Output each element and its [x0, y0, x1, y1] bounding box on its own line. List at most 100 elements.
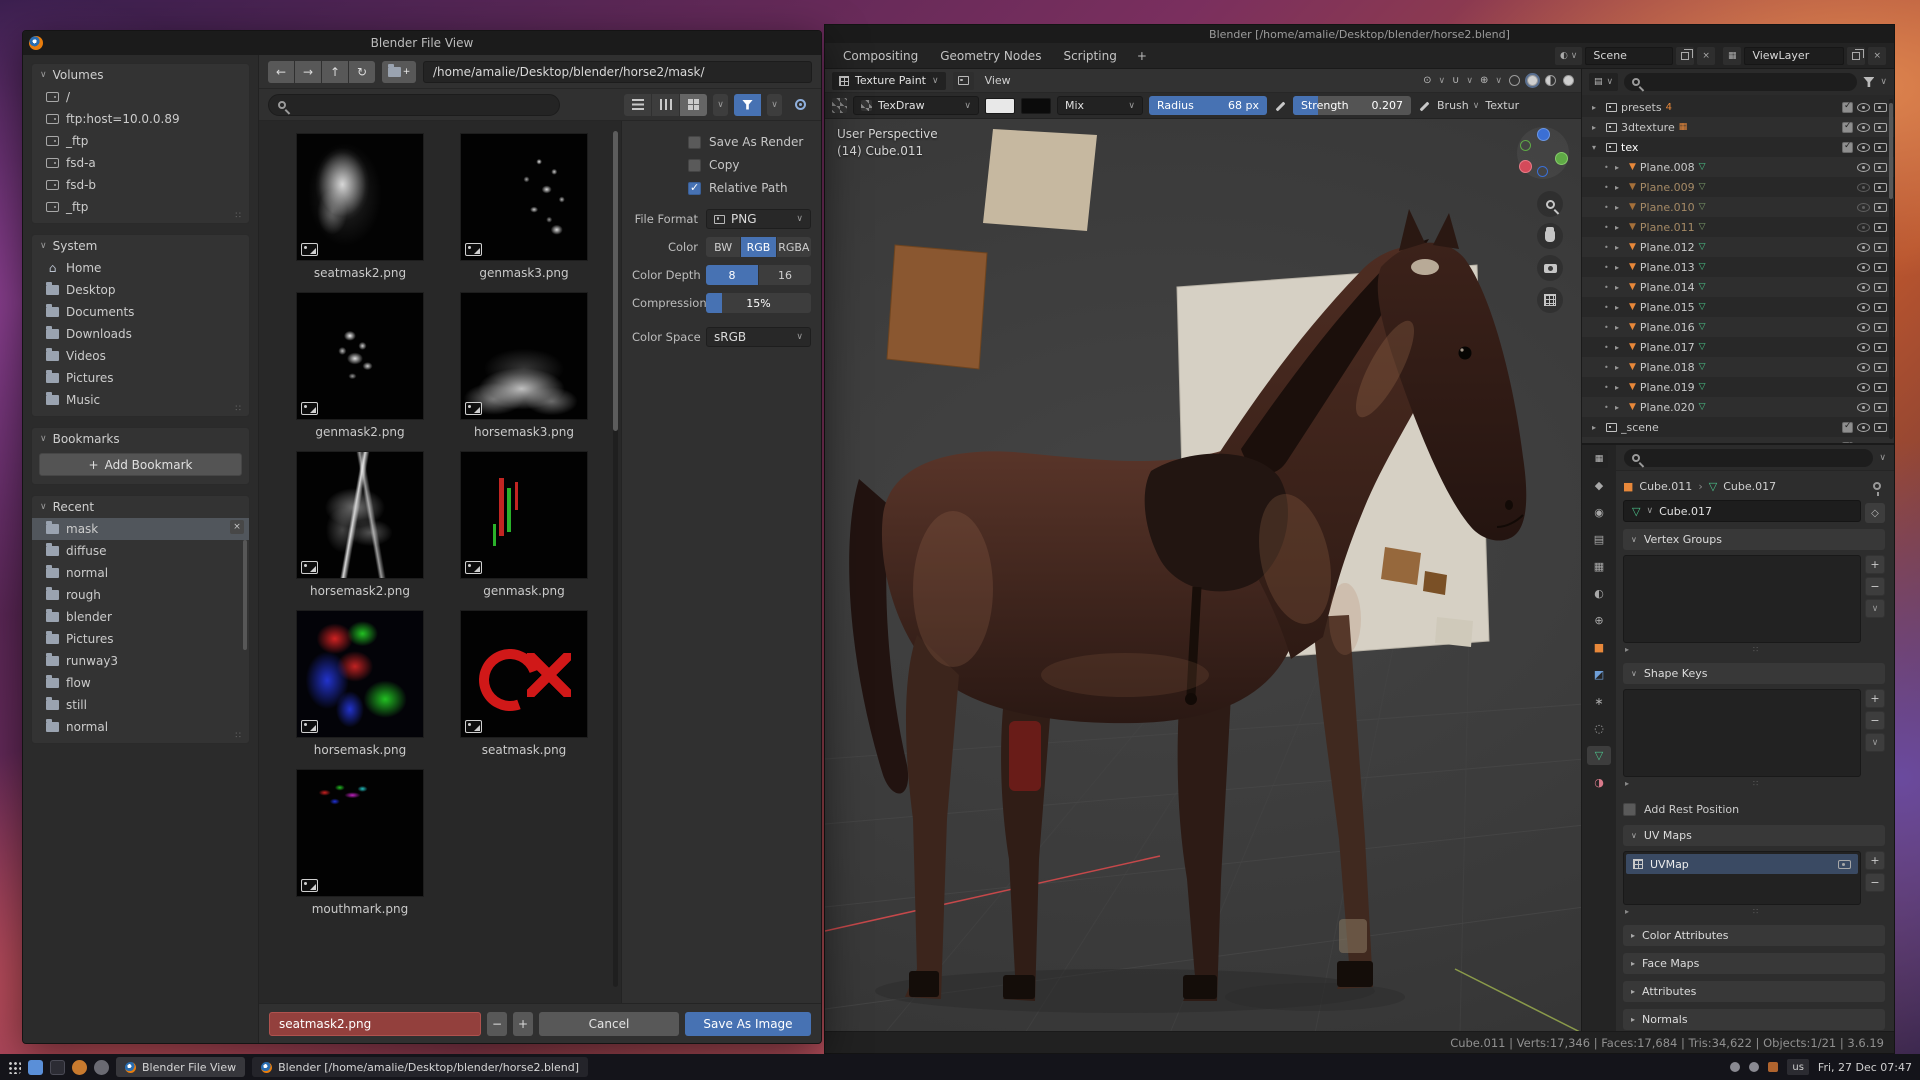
tab-world[interactable]: ⊕ [1587, 611, 1611, 630]
decrement-filename-button[interactable]: − [487, 1012, 507, 1036]
expand-icon[interactable]: ▸ [1625, 645, 1629, 654]
add-uv-map-button[interactable]: + [1865, 851, 1885, 870]
vertex-groups-header[interactable]: ∨Vertex Groups [1623, 529, 1885, 550]
editor-type-dropdown[interactable]: ▦ [1590, 450, 1609, 468]
exclude-checkbox[interactable] [1842, 142, 1853, 153]
outliner-item-plane[interactable]: •▸▼Plane.016▽ [1582, 317, 1894, 337]
viewlayer-name-field[interactable]: ViewLayer [1744, 47, 1844, 65]
file-tile[interactable]: genmask3.png [443, 133, 605, 280]
expand-icon[interactable]: ▸ [1615, 303, 1625, 312]
file-manager-icon[interactable] [28, 1060, 43, 1075]
add-rest-position-checkbox[interactable] [1623, 803, 1636, 816]
camera-icon[interactable] [1874, 243, 1887, 252]
file-format-dropdown[interactable]: PNG∨ [706, 209, 811, 229]
recent-item-normal2[interactable]: normal [32, 716, 249, 738]
exclude-checkbox[interactable] [1842, 102, 1853, 113]
camera-icon[interactable] [1874, 403, 1887, 412]
chevron-down-icon[interactable]: ∨ [1466, 76, 1473, 86]
camera-icon[interactable] [1874, 283, 1887, 292]
tab-compositing[interactable]: Compositing [833, 45, 928, 67]
filter-toggle-button[interactable] [734, 94, 761, 116]
breadcrumb-object[interactable]: Cube.011 [1639, 480, 1692, 493]
outliner-item-plane[interactable]: •▸▼Plane.018▽ [1582, 357, 1894, 377]
color-attributes-header[interactable]: ▸Color Attributes [1623, 925, 1885, 946]
view-menu[interactable]: View [981, 74, 1015, 87]
recent-item-diffuse[interactable]: diffuse [32, 540, 249, 562]
unlink-scene-button[interactable]: × [1697, 47, 1715, 65]
taskbar-window-file-view[interactable]: Blender File View [116, 1057, 245, 1077]
camera-icon[interactable] [1874, 223, 1887, 232]
outliner-item-plane[interactable]: •▸▼Plane.010▽ [1582, 197, 1894, 217]
fake-user-button[interactable]: ◇ [1865, 503, 1885, 523]
secondary-color-swatch[interactable] [1021, 98, 1051, 114]
shading-wireframe-button[interactable] [1509, 75, 1520, 86]
radius-pressure-icon[interactable] [1273, 99, 1287, 113]
sidebar-item-downloads[interactable]: Downloads [32, 323, 249, 345]
recent-scrollbar[interactable] [243, 540, 247, 650]
recent-item-pictures[interactable]: Pictures [32, 628, 249, 650]
add-shape-key-button[interactable]: + [1865, 689, 1885, 708]
scene-name-field[interactable]: Scene [1585, 47, 1673, 65]
uv-maps-list[interactable]: UVMap [1623, 851, 1861, 905]
clock[interactable]: Fri, 27 Dec 07:47 [1818, 1061, 1912, 1074]
outliner-item-plane[interactable]: •▸▼Plane.013▽ [1582, 257, 1894, 277]
save-as-render-row[interactable]: Save As Render [688, 135, 811, 149]
scene-browse-dropdown[interactable]: ◐∨ [1555, 47, 1582, 65]
eye-icon[interactable] [1857, 263, 1870, 272]
color-space-dropdown[interactable]: sRGB∨ [706, 327, 811, 347]
remove-vertex-group-button[interactable]: − [1865, 577, 1885, 596]
add-workspace-button[interactable]: + [1129, 49, 1155, 63]
sidebar-item-fsd-a[interactable]: fsd-a [32, 152, 249, 174]
outliner-item-plane[interactable]: •▸▼Plane.011▽ [1582, 217, 1894, 237]
tab-object[interactable]: ■ [1587, 638, 1611, 657]
resize-grip[interactable]: ∷ [1753, 645, 1759, 654]
axis-z-dot[interactable] [1537, 128, 1550, 141]
eye-icon[interactable] [1857, 203, 1870, 212]
outliner-item-plane[interactable]: •▸▼Plane.020▽ [1582, 397, 1894, 417]
file-tile[interactable]: genmask2.png [279, 292, 441, 439]
expand-icon[interactable]: ▸ [1615, 403, 1625, 412]
file-tile[interactable]: mouthmark.png [279, 769, 441, 916]
properties-search-input[interactable] [1624, 449, 1873, 467]
eye-icon[interactable] [1857, 423, 1870, 432]
depth-16-button[interactable]: 16 [759, 265, 811, 285]
remove-uv-map-button[interactable]: − [1865, 873, 1885, 892]
pan-gizmo-button[interactable] [1537, 223, 1563, 249]
color-rgba-button[interactable]: RGBA [777, 237, 811, 257]
resize-grip[interactable]: ∷ [1753, 779, 1759, 788]
chevron-down-icon[interactable]: ∨ [1439, 76, 1446, 86]
brush-texture-chip[interactable] [832, 98, 847, 113]
recent-item-normal[interactable]: normal [32, 562, 249, 584]
mesh-name-field[interactable]: ▽∨Cube.017 [1623, 500, 1861, 522]
camera-icon[interactable] [1874, 123, 1887, 132]
axis-x-dot[interactable] [1519, 160, 1532, 173]
back-button[interactable]: ← [268, 61, 294, 83]
new-scene-button[interactable] [1676, 47, 1694, 65]
volumes-header[interactable]: ∨Volumes [32, 64, 249, 86]
outliner-item-plane[interactable]: •▸▼Plane.014▽ [1582, 277, 1894, 297]
chevron-down-icon[interactable]: ∨ [1880, 77, 1887, 87]
view-thumbnails-button[interactable] [680, 94, 707, 116]
eye-icon[interactable] [1857, 183, 1870, 192]
filename-input[interactable]: seatmask2.png [269, 1012, 481, 1036]
filter-dropdown[interactable]: ∨ [767, 94, 782, 116]
volume-icon[interactable] [1749, 1062, 1759, 1072]
viewport-3d-canvas[interactable]: User Perspective (14) Cube.011 [825, 119, 1581, 1031]
color-bw-button[interactable]: BW [706, 237, 740, 257]
outliner-item-plane[interactable]: •▸▼Plane.019▽ [1582, 377, 1894, 397]
taskbar-window-blender[interactable]: Blender [/home/amalie/Desktop/blender/ho… [252, 1057, 588, 1077]
add-vertex-group-button[interactable]: + [1865, 555, 1885, 574]
outliner-item-plane[interactable]: •▸▼Plane.012▽ [1582, 237, 1894, 257]
camera-icon[interactable] [1874, 383, 1887, 392]
outliner-item-plane[interactable]: •▸▼Plane.008▽ [1582, 157, 1894, 177]
create-directory-button[interactable]: + [382, 61, 416, 83]
recent-header[interactable]: ∨Recent [32, 496, 249, 518]
outliner-item-plane[interactable]: •▸▼Plane.015▽ [1582, 297, 1894, 317]
uv-map-item[interactable]: UVMap [1626, 854, 1858, 874]
viewlayer-icon-chip[interactable]: ▦ [1723, 47, 1742, 65]
file-tile[interactable]: seatmask.png [443, 610, 605, 757]
outliner-collection-presets[interactable]: ▸presets4 [1582, 97, 1894, 117]
remove-shape-key-button[interactable]: − [1865, 711, 1885, 730]
file-tile[interactable]: horsemask.png [279, 610, 441, 757]
copy-row[interactable]: Copy [688, 158, 811, 172]
